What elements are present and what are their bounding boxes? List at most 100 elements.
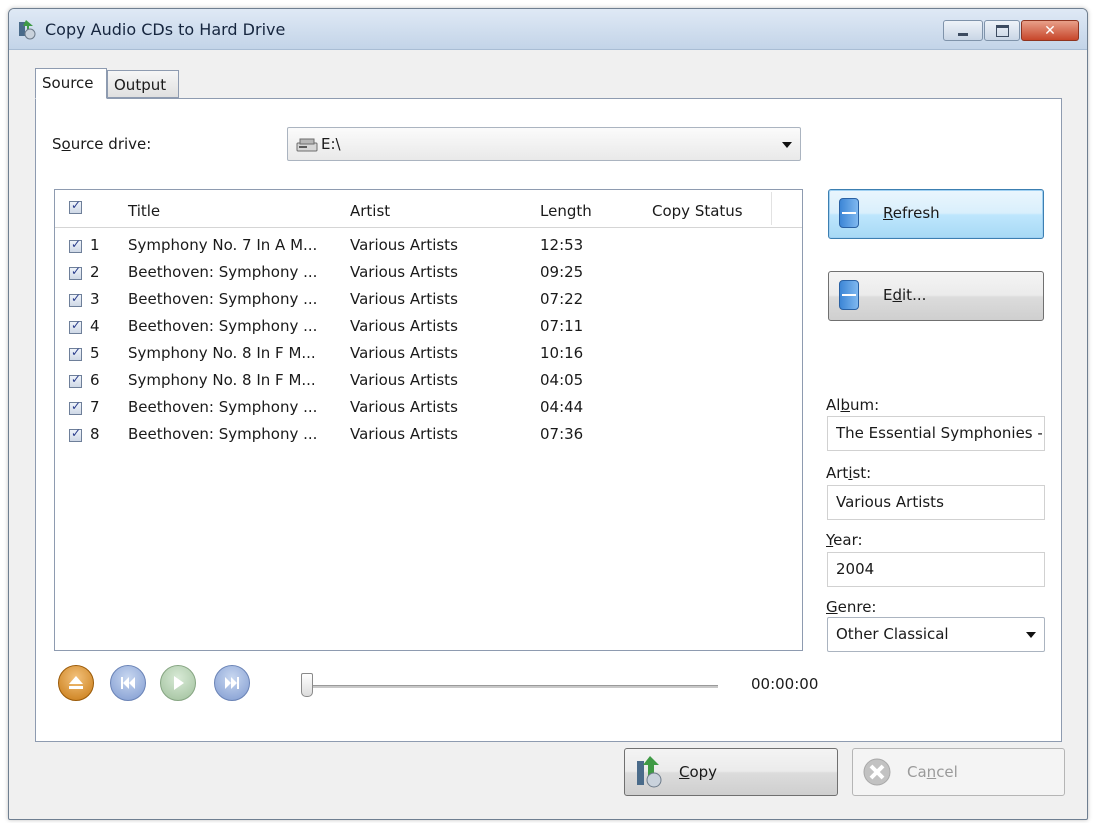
- seek-slider-track[interactable]: [306, 685, 718, 688]
- track-length: 10:16: [540, 344, 584, 362]
- track-checkbox[interactable]: [69, 372, 82, 388]
- column-header-length[interactable]: Length: [540, 190, 592, 227]
- track-artist: Various Artists: [350, 317, 458, 335]
- source-panel: Source drive: E:\ Title Artist Length Co…: [35, 98, 1062, 742]
- album-field[interactable]: The Essential Symphonies -: [827, 416, 1045, 451]
- refresh-button[interactable]: Refresh: [828, 189, 1044, 239]
- copy-button[interactable]: Copy: [624, 748, 838, 796]
- edit-label: Edit...: [883, 286, 927, 304]
- column-header-title[interactable]: Title: [128, 190, 160, 227]
- artist-field[interactable]: Various Artists: [827, 485, 1045, 520]
- album-value: The Essential Symphonies -: [836, 424, 1042, 442]
- next-track-button[interactable]: [214, 665, 250, 701]
- edit-button[interactable]: Edit...: [828, 271, 1044, 321]
- table-row[interactable]: 5 Symphony No. 8 In F M... Various Artists…: [55, 340, 802, 367]
- table-row[interactable]: 2 Beethoven: Symphony ... Various Artists 0…: [55, 259, 802, 286]
- track-artist: Various Artists: [350, 398, 458, 416]
- source-drive-select[interactable]: E:\: [287, 127, 801, 161]
- column-header-artist[interactable]: Artist: [350, 190, 390, 227]
- previous-track-button[interactable]: [110, 665, 146, 701]
- track-checkbox[interactable]: [69, 426, 82, 442]
- track-number: 8: [90, 425, 100, 443]
- copy-label: Copy: [679, 763, 718, 781]
- player-controls: 00:00:00: [54, 665, 818, 705]
- cancel-label: Cancel: [907, 763, 958, 781]
- source-drive-value: E:\: [321, 135, 341, 153]
- track-list-header: Title Artist Length Copy Status: [55, 190, 802, 228]
- play-button[interactable]: [160, 665, 196, 701]
- artist-label: Artist:: [826, 464, 872, 482]
- chevron-down-icon: [782, 142, 792, 148]
- track-checkbox[interactable]: [69, 399, 82, 415]
- main-window: Copy Audio CDs to Hard Drive ✕ Source Ou…: [8, 8, 1088, 820]
- next-track-icon: [225, 677, 239, 689]
- track-number: 5: [90, 344, 100, 362]
- playback-time: 00:00:00: [751, 675, 819, 693]
- track-length: 09:25: [540, 263, 584, 281]
- seek-slider-thumb[interactable]: [301, 673, 313, 697]
- track-checkbox[interactable]: [69, 291, 82, 307]
- previous-track-icon: [121, 677, 135, 689]
- track-title: Symphony No. 8 In F M...: [128, 344, 316, 362]
- track-title: Beethoven: Symphony ...: [128, 317, 318, 335]
- track-list[interactable]: Title Artist Length Copy Status 1 Symphon…: [54, 189, 803, 651]
- year-value: 2004: [836, 560, 875, 578]
- table-row[interactable]: 7 Beethoven: Symphony ... Various Artists 0…: [55, 394, 802, 421]
- track-artist: Various Artists: [350, 344, 458, 362]
- track-number: 1: [90, 236, 100, 254]
- track-length: 07:11: [540, 317, 584, 335]
- table-row[interactable]: 1 Symphony No. 7 In A M... Various Artists…: [55, 232, 802, 259]
- track-artist: Various Artists: [350, 371, 458, 389]
- genre-value: Other Classical: [836, 625, 949, 643]
- track-length: 04:05: [540, 371, 584, 389]
- album-label: Album:: [826, 396, 880, 414]
- tab-output[interactable]: Output: [107, 70, 179, 98]
- title-bar[interactable]: Copy Audio CDs to Hard Drive ✕: [9, 9, 1087, 50]
- tab-source[interactable]: Source: [35, 68, 107, 99]
- track-title: Beethoven: Symphony ...: [128, 398, 318, 416]
- track-number: 7: [90, 398, 100, 416]
- track-length: 07:36: [540, 425, 584, 443]
- table-row[interactable]: 6 Symphony No. 8 In F M... Various Artists…: [55, 367, 802, 394]
- select-all-checkbox[interactable]: [69, 198, 82, 214]
- edit-icon: [839, 280, 859, 310]
- track-artist: Various Artists: [350, 425, 458, 443]
- column-header-copy-status[interactable]: Copy Status: [652, 190, 743, 227]
- minimize-button[interactable]: [943, 20, 983, 41]
- year-label: Year:: [826, 531, 863, 549]
- eject-icon: [69, 676, 83, 689]
- cancel-icon: [863, 758, 891, 786]
- track-checkbox[interactable]: [69, 237, 82, 253]
- track-checkbox[interactable]: [69, 318, 82, 334]
- genre-select[interactable]: Other Classical: [827, 617, 1045, 652]
- year-field[interactable]: 2004: [827, 552, 1045, 587]
- table-row[interactable]: 8 Beethoven: Symphony ... Various Artists 0…: [55, 421, 802, 448]
- maximize-button[interactable]: [984, 20, 1020, 41]
- track-checkbox[interactable]: [69, 264, 82, 280]
- refresh-label: Refresh: [883, 204, 940, 222]
- cancel-button[interactable]: Cancel: [852, 748, 1065, 796]
- copy-icon: [637, 756, 662, 788]
- close-icon: ✕: [1044, 22, 1056, 39]
- eject-button[interactable]: [58, 665, 94, 701]
- track-artist: Various Artists: [350, 290, 458, 308]
- track-artist: Various Artists: [350, 263, 458, 281]
- track-artist: Various Artists: [350, 236, 458, 254]
- track-number: 3: [90, 290, 100, 308]
- track-length: 12:53: [540, 236, 584, 254]
- maximize-icon: [995, 24, 1009, 37]
- track-checkbox[interactable]: [69, 345, 82, 361]
- track-number: 4: [90, 317, 100, 335]
- close-button[interactable]: ✕: [1021, 20, 1079, 41]
- track-title: Symphony No. 7 In A M...: [128, 236, 318, 254]
- cd-drive-icon: [296, 138, 318, 152]
- app-icon: [19, 20, 36, 40]
- source-drive-label: Source drive:: [52, 135, 152, 153]
- table-row[interactable]: 3 Beethoven: Symphony ... Various Artists 0…: [55, 286, 802, 313]
- play-icon: [174, 676, 184, 690]
- track-title: Symphony No. 8 In F M...: [128, 371, 316, 389]
- table-row[interactable]: 4 Beethoven: Symphony ... Various Artists 0…: [55, 313, 802, 340]
- track-title: Beethoven: Symphony ...: [128, 290, 318, 308]
- track-length: 04:44: [540, 398, 584, 416]
- genre-label: Genre:: [826, 598, 877, 616]
